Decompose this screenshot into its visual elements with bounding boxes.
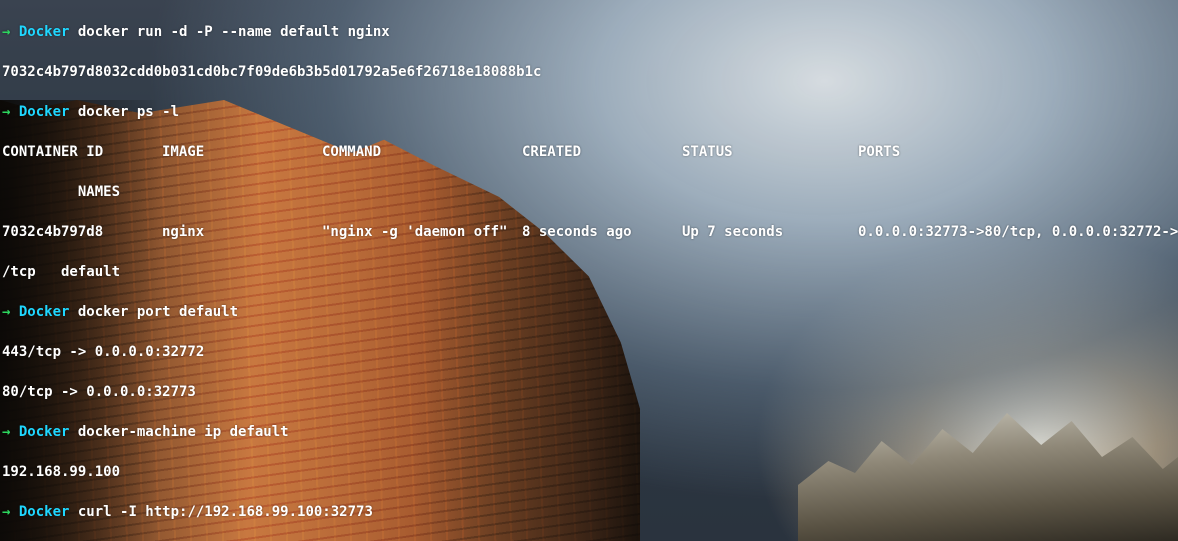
command-3: docker port default — [78, 304, 238, 320]
prompt-line-2: → Docker docker ps -l — [2, 102, 1176, 122]
prompt-dir: Docker — [19, 304, 78, 320]
ps-row-2: /tcp default — [2, 262, 1176, 282]
col-status: STATUS — [682, 142, 858, 162]
prompt-arrow: → — [2, 104, 19, 120]
output-container-id: 7032c4b797d8032cdd0b031cd0bc7f09de6b3b5d… — [2, 62, 1176, 82]
col-ports: PORTS — [858, 144, 900, 160]
prompt-dir: Docker — [19, 424, 78, 440]
command-4: docker-machine ip default — [78, 424, 289, 440]
col-image: IMAGE — [162, 142, 322, 162]
ps-image: nginx — [162, 222, 322, 242]
command-5: curl -I http://192.168.99.100:32773 — [78, 504, 373, 520]
prompt-line-5: → Docker curl -I http://192.168.99.100:3… — [2, 502, 1176, 522]
ps-id: 7032c4b797d8 — [2, 222, 162, 242]
port-mapping-80: 80/tcp -> 0.0.0.0:32773 — [2, 382, 1176, 402]
prompt-line-1: → Docker docker run -d -P --name default… — [2, 22, 1176, 42]
command-1: docker run -d -P --name default nginx — [78, 24, 390, 40]
prompt-line-4: → Docker docker-machine ip default — [2, 422, 1176, 442]
prompt-dir: Docker — [19, 504, 78, 520]
ps-status: Up 7 seconds — [682, 222, 858, 242]
prompt-dir: Docker — [19, 104, 78, 120]
command-2: docker ps -l — [78, 104, 179, 120]
prompt-arrow: → — [2, 304, 19, 320]
terminal[interactable]: → Docker docker run -d -P --name default… — [2, 2, 1176, 539]
col-created: CREATED — [522, 142, 682, 162]
ps-command: "nginx -g 'daemon off" — [322, 222, 522, 242]
machine-ip: 192.168.99.100 — [2, 462, 1176, 482]
col-container-id: CONTAINER ID — [2, 142, 162, 162]
prompt-arrow: → — [2, 504, 19, 520]
ps-header-line2: NAMES — [2, 182, 1176, 202]
ps-created: 8 seconds ago — [522, 222, 682, 242]
ps-header-line1: CONTAINER IDIMAGECOMMANDCREATEDSTATUSPOR… — [2, 142, 1176, 162]
prompt-arrow: → — [2, 24, 19, 40]
ps-row: 7032c4b797d8nginx"nginx -g 'daemon off"8… — [2, 222, 1176, 242]
prompt-arrow: → — [2, 424, 19, 440]
prompt-line-3: → Docker docker port default — [2, 302, 1176, 322]
prompt-dir: Docker — [19, 24, 78, 40]
port-mapping-443: 443/tcp -> 0.0.0.0:32772 — [2, 342, 1176, 362]
col-command: COMMAND — [322, 142, 522, 162]
ps-ports: 0.0.0.0:32773->80/tcp, 0.0.0.0:32772->44… — [858, 224, 1178, 240]
